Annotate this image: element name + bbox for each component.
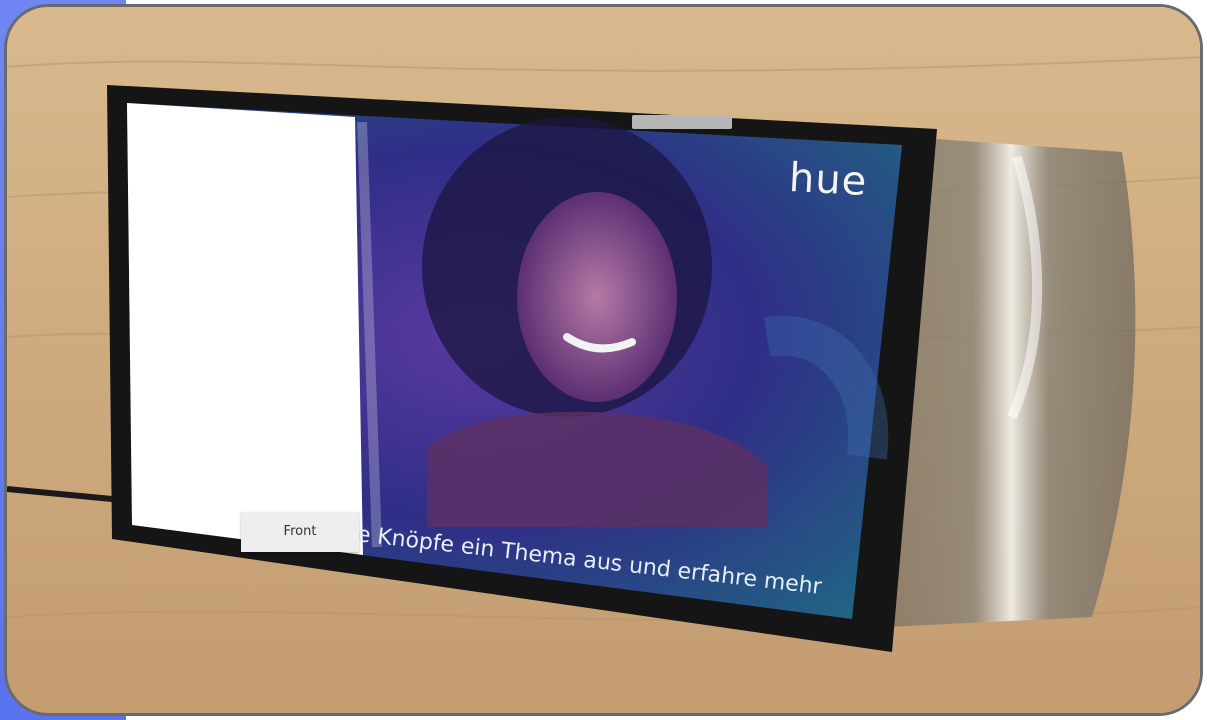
tablet-photo (7, 7, 1200, 713)
front-label: Front (241, 512, 359, 552)
photo-frame: hue e Knöpfe ein Thema aus und erfahre m… (4, 4, 1203, 716)
white-panel (127, 103, 363, 555)
tablet-clip (632, 115, 732, 129)
hue-logo: hue (787, 154, 869, 206)
